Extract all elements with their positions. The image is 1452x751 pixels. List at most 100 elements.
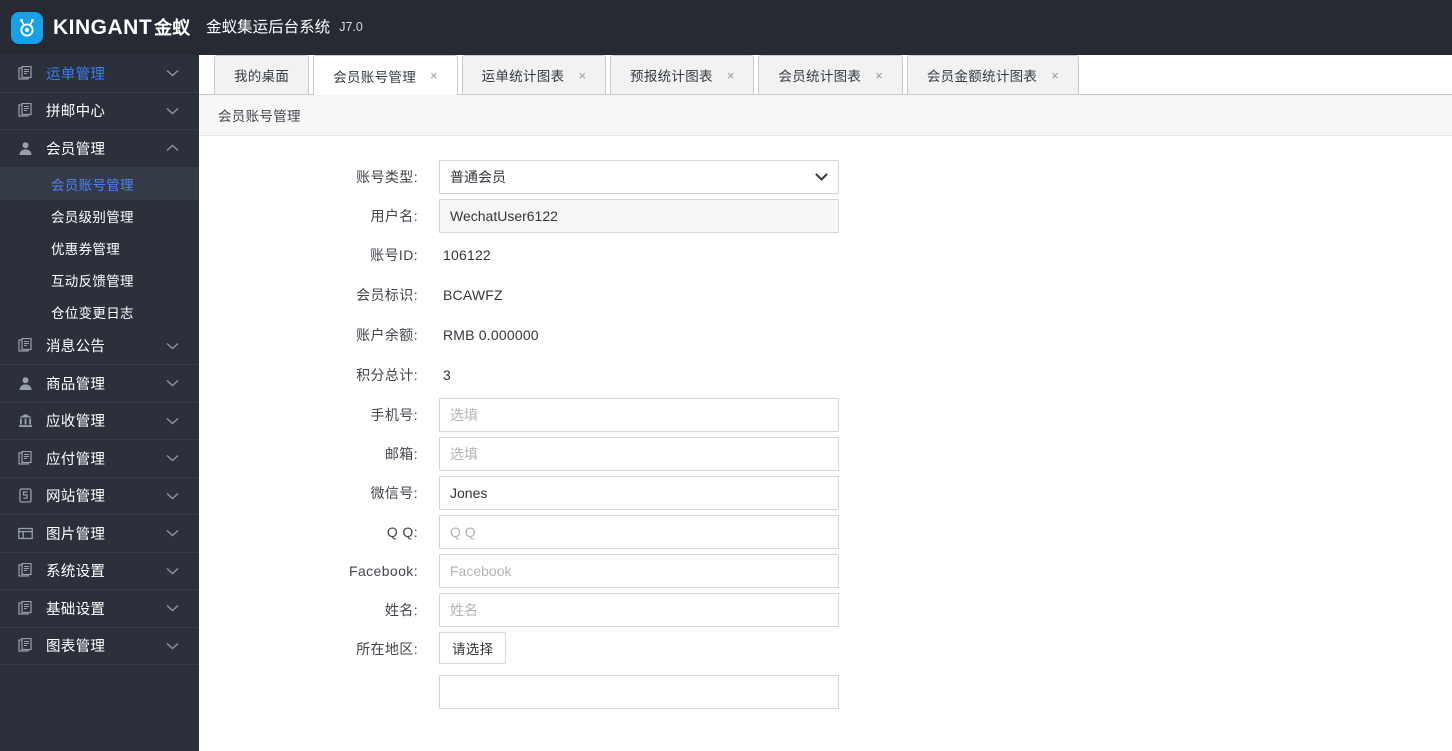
close-icon[interactable]: × — [578, 69, 586, 82]
sidebar-item-coupon-management[interactable]: 优惠券管理 — [0, 232, 199, 264]
sidebar-item-chart-management[interactable]: 图表管理 — [0, 628, 199, 665]
bank-icon — [17, 412, 34, 429]
region-select-button[interactable]: 请选择 — [439, 632, 507, 664]
chevron-down-icon — [166, 454, 179, 462]
sidebar-item-label: 商品管理 — [46, 376, 106, 393]
sidebar-item-label: 应收管理 — [46, 414, 106, 431]
account-type-select[interactable]: 普通会员 — [439, 160, 839, 194]
form-row-region: 所在地区: 请选择 — [199, 632, 1452, 666]
document-list-icon — [17, 337, 34, 354]
qq-input[interactable] — [439, 515, 839, 549]
document-list-icon — [17, 637, 34, 654]
image-frame-icon — [17, 525, 34, 542]
tab-my-desktop[interactable]: 我的桌面 — [214, 55, 310, 94]
sidebar-item-payable-management[interactable]: 应付管理 — [0, 440, 199, 478]
chevron-down-icon — [166, 107, 179, 115]
tab-waybill-statistics-chart[interactable]: 运单统计图表 × — [461, 55, 607, 94]
member-code-label: 会员标识: — [356, 287, 418, 303]
top-header-bar: KINGANT 金蚁 金蚁集运后台系统 J7.0 — [0, 0, 1452, 55]
breadcrumb: 会员账号管理 — [199, 95, 1452, 136]
sidebar-item-label: 网站管理 — [46, 489, 106, 506]
user-icon — [17, 140, 34, 157]
member-management-submenu: 会员账号管理 会员级别管理 优惠券管理 互动反馈管理 仓位变更日志 — [0, 167, 199, 328]
document-list-icon — [17, 562, 34, 579]
form-row-balance: 账户余额: RMB 0.000000 — [199, 318, 1452, 352]
form-row-account-type: 账号类型: 普通会员 — [199, 160, 1452, 194]
sidebar-item-label: 应付管理 — [46, 451, 106, 468]
close-icon[interactable]: × — [430, 69, 438, 82]
sidebar-item-message-announcement[interactable]: 消息公告 — [0, 328, 199, 365]
sidebar-item-interaction-feedback-management[interactable]: 互动反馈管理 — [0, 264, 199, 296]
close-icon[interactable]: × — [727, 69, 735, 82]
chevron-down-icon — [166, 379, 179, 387]
sidebar-item-member-level-management[interactable]: 会员级别管理 — [0, 200, 199, 232]
tab-member-amount-statistics-chart[interactable]: 会员金额统计图表 × — [906, 55, 1079, 94]
sidebar-item-label: 消息公告 — [46, 339, 106, 356]
chevron-down-icon — [166, 604, 179, 612]
tab-member-account-management[interactable]: 会员账号管理 × — [313, 55, 458, 95]
submenu-item-label: 会员账号管理 — [51, 177, 134, 193]
facebook-input[interactable] — [439, 554, 839, 588]
phone-label: 手机号: — [370, 407, 418, 423]
email-label: 邮箱: — [384, 446, 418, 462]
form-row-email: 邮箱: — [199, 437, 1452, 471]
username-input[interactable] — [439, 199, 839, 233]
tab-member-statistics-chart[interactable]: 会员统计图表 × — [758, 55, 903, 94]
email-input[interactable] — [439, 437, 839, 471]
points-value: 3 — [443, 367, 451, 383]
submenu-item-label: 优惠券管理 — [51, 241, 120, 257]
balance-label: 账户余额: — [356, 327, 418, 343]
tab-label: 我的桌面 — [234, 69, 290, 84]
main-content-panel: 我的桌面 会员账号管理 × 运单统计图表 × 预报统计图表 × 会员统计图表 ×… — [199, 55, 1452, 751]
form-row-address — [199, 675, 1452, 709]
sidebar-item-website-management[interactable]: 网站管理 — [0, 478, 199, 515]
tab-label: 预报统计图表 — [630, 69, 713, 84]
close-icon[interactable]: × — [875, 69, 883, 82]
close-icon[interactable]: × — [1051, 69, 1059, 82]
sidebar-item-label: 系统设置 — [46, 564, 106, 581]
sidebar-item-waybill-management[interactable]: 运单管理 — [0, 55, 199, 93]
brand-lockup: KINGANT 金蚁 — [53, 17, 190, 38]
sidebar-item-member-account-management[interactable]: 会员账号管理 — [0, 167, 199, 200]
region-label: 所在地区: — [356, 641, 418, 657]
form-row-realname: 姓名: — [199, 593, 1452, 627]
sidebar-item-label: 图表管理 — [46, 639, 106, 656]
account-id-label: 账号ID: — [370, 247, 418, 263]
sidebar-item-slot-change-log[interactable]: 仓位变更日志 — [0, 296, 199, 328]
system-title: 金蚁集运后台系统 — [206, 18, 331, 36]
submenu-item-label: 仓位变更日志 — [51, 305, 134, 321]
sidebar-item-system-settings[interactable]: 系统设置 — [0, 553, 199, 590]
sidebar-item-label: 拼邮中心 — [46, 104, 106, 121]
chevron-down-icon — [166, 642, 179, 650]
balance-value: RMB 0.000000 — [443, 327, 539, 343]
tab-label: 运单统计图表 — [481, 69, 565, 84]
sidebar-item-receivable-management[interactable]: 应收管理 — [0, 403, 199, 440]
account-type-label: 账号类型: — [356, 169, 418, 185]
tab-bar: 我的桌面 会员账号管理 × 运单统计图表 × 预报统计图表 × 会员统计图表 ×… — [199, 55, 1452, 95]
document-list-icon — [17, 65, 34, 82]
chevron-up-icon — [166, 144, 179, 152]
document-list-icon — [17, 600, 34, 617]
phone-input[interactable] — [439, 398, 839, 432]
chevron-down-icon — [166, 417, 179, 425]
brand-chinese-text: 金蚁 — [154, 18, 191, 38]
realname-input[interactable] — [439, 593, 839, 627]
sidebar-item-basic-settings[interactable]: 基础设置 — [0, 590, 199, 628]
sidebar-item-parcel-center[interactable]: 拼邮中心 — [0, 93, 199, 130]
user-icon — [17, 375, 34, 392]
tab-forecast-statistics-chart[interactable]: 预报统计图表 × — [610, 55, 755, 94]
username-label: 用户名: — [370, 208, 418, 224]
document-list-icon — [17, 450, 34, 467]
sidebar-item-image-management[interactable]: 图片管理 — [0, 515, 199, 553]
qq-label: Q Q: — [386, 524, 418, 540]
member-code-value: BCAWFZ — [443, 287, 503, 303]
sidebar-item-product-management[interactable]: 商品管理 — [0, 365, 199, 403]
points-label: 积分总计: — [356, 367, 418, 383]
sidebar-nav: 运单管理 拼邮中心 会员管理 会员账号管理 会员级别管理 优惠券管理 互动反馈管… — [0, 55, 199, 751]
chevron-down-icon — [166, 529, 179, 537]
address-input[interactable] — [439, 675, 839, 709]
sidebar-item-member-management[interactable]: 会员管理 — [0, 130, 199, 168]
submenu-item-label: 会员级别管理 — [51, 209, 134, 225]
wechat-input[interactable] — [439, 476, 839, 510]
brand-latin-text: KINGANT — [53, 16, 153, 39]
